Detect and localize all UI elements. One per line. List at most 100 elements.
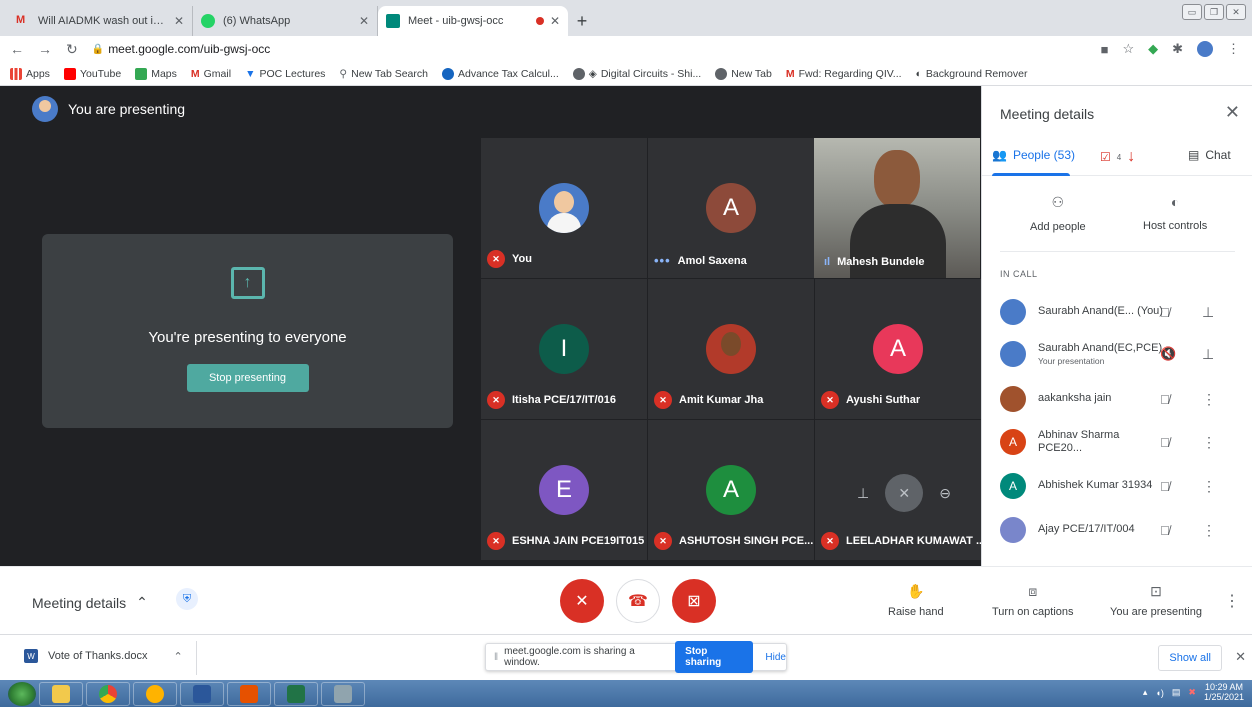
forward-icon[interactable]: → (38, 41, 52, 57)
address-bar: ← → ↻ 🔒 meet.google.com/uib-gwsj-occ ■ ☆… (0, 36, 1252, 62)
tab-chat[interactable]: ▤ Chat (1188, 148, 1231, 162)
taskbar-chrome[interactable] (86, 681, 130, 706)
taskbar-explorer[interactable] (39, 681, 83, 706)
raise-hand-button[interactable]: ✋ Raise hand (888, 583, 944, 618)
participant-tile[interactable]: ✕ You (481, 138, 647, 278)
bookmark-digital[interactable]: ◈ Digital Circuits - Shi... (572, 67, 701, 80)
host-controls-button[interactable]: ◐ Host controls (1143, 194, 1207, 232)
bookmark-newtab[interactable]: New Tab (715, 67, 772, 80)
pin-icon[interactable]: ⊥ (1202, 304, 1214, 321)
close-panel-icon[interactable]: ✕ (1225, 102, 1240, 123)
alert-icon[interactable]: ✖ (1188, 687, 1196, 698)
puzzle-icon[interactable]: ✱ (1172, 41, 1183, 57)
participant-video-tile[interactable]: ıl Mahesh Bundele (814, 138, 980, 278)
more-options-icon[interactable]: ⋮ (1202, 391, 1216, 408)
participant-row[interactable]: aakanksha jain 🎙̸ ⋮ (1000, 381, 1245, 417)
chat-icon: ▤ (1188, 148, 1200, 162)
drag-handle-icon[interactable]: ‖ (494, 652, 498, 663)
participant-row[interactable]: Saurabh Anand(EC,PCE) Your presentation 🔇… (1000, 336, 1245, 372)
more-options-icon[interactable]: ⋮ (1202, 522, 1216, 539)
tab-people[interactable]: 👥 People (53) (992, 148, 1075, 162)
bookmark-newtab-search[interactable]: ⚲ New Tab Search (339, 68, 428, 80)
tab-whatsapp[interactable]: (6) WhatsApp ✕ (193, 6, 378, 36)
more-options-icon[interactable]: ⋮ (1202, 478, 1216, 495)
extension-icon[interactable]: ◆ (1148, 41, 1158, 57)
bookmark-youtube[interactable]: YouTube (63, 67, 121, 80)
camera-toggle-button[interactable]: ⊠ (672, 579, 716, 623)
bookmark-gmail[interactable]: M Gmail (191, 68, 231, 80)
bookmark-poc[interactable]: ▼ POC Lectures (245, 68, 325, 80)
bookmark-apps[interactable]: Apps (10, 67, 50, 80)
clock[interactable]: 10:29 AM 1/25/2021 (1204, 682, 1244, 703)
start-button[interactable] (8, 681, 36, 706)
menu-icon[interactable]: ⋮ (1227, 41, 1240, 57)
participant-row[interactable]: A Abhishek Kumar 31934 🎙̸ ⋮ (1000, 468, 1245, 504)
folder-icon (52, 684, 70, 703)
new-tab-button[interactable]: + (568, 6, 596, 36)
participant-tile[interactable]: A ✕ Ayushi Suthar (815, 279, 981, 419)
taskbar-photos[interactable] (321, 681, 365, 706)
camera-indicator-icon[interactable]: ■ (1101, 42, 1109, 57)
restore-icon[interactable]: ❐ (1204, 4, 1224, 20)
tab-aiadmk[interactable]: M Will AIADMK wash out in the ass… ✕ (8, 6, 193, 36)
mute-participant-icon[interactable]: ✕ (885, 474, 924, 512)
close-icon[interactable]: ✕ (1235, 649, 1246, 665)
shield-icon[interactable]: ⛨ (176, 588, 198, 610)
bookmark-bgremover[interactable]: ◐ Background Remover (916, 68, 1028, 80)
bookmark-fwd[interactable]: M Fwd: Regarding QIV... (786, 68, 902, 80)
participant-row[interactable]: Ajay PCE/17/IT/004 🎙̸ ⋮ (1000, 512, 1245, 548)
participant-tile[interactable]: ⊥ ✕ ⊖ ✕ LEELADHAR KUMAWAT ... (815, 420, 985, 560)
profile-icon[interactable] (1197, 41, 1213, 57)
close-icon[interactable]: ✕ (174, 14, 184, 28)
taskbar-app[interactable] (133, 681, 177, 706)
leave-call-button[interactable]: ☎ (616, 579, 660, 623)
meeting-details-toggle[interactable]: Meeting details ⌃ (32, 594, 148, 611)
participant-tile[interactable]: I ✕ Itisha PCE/17/IT/016 (481, 279, 647, 419)
bookmark-maps[interactable]: Maps (135, 67, 177, 80)
stop-sharing-button[interactable]: Stop sharing (675, 641, 754, 673)
reload-icon[interactable]: ↻ (66, 41, 78, 58)
back-icon[interactable]: ← (10, 41, 24, 57)
taskbar-word[interactable] (180, 681, 224, 706)
mic-toggle-button[interactable]: ✕ (560, 579, 604, 623)
captions-button[interactable]: ⧈ Turn on captions (992, 583, 1074, 618)
tab-activities[interactable]: ☑ 4 ↓ (1100, 148, 1135, 166)
bookmark-tax[interactable]: Advance Tax Calcul... (441, 67, 559, 80)
hide-button[interactable]: Hide (765, 652, 786, 663)
volume-icon[interactable]: ◖) (1155, 688, 1163, 698)
show-all-button[interactable]: Show all (1158, 645, 1222, 671)
participant-tile[interactable]: E ✕ ESHNA JAIN PCE19IT015 (481, 420, 647, 560)
pin-icon[interactable]: ⊥ (1202, 346, 1214, 363)
present-icon: ⊡ (1150, 583, 1162, 599)
participant-tile[interactable]: A ••• Amol Saxena (648, 138, 814, 278)
chevron-up-icon[interactable]: ⌃ (173, 650, 182, 663)
url-field[interactable]: meet.google.com/uib-gwsj-occ (108, 42, 270, 56)
close-icon[interactable]: ✕ (550, 14, 560, 28)
screen-share-notice: ‖ meet.google.com is sharing a window. S… (485, 641, 787, 673)
taskbar-pdf[interactable] (227, 681, 271, 706)
participant-tile[interactable]: A ✕ ASHUTOSH SINGH PCE... (648, 420, 814, 560)
participant-tile[interactable]: ✕ Amit Kumar Jha (648, 279, 814, 419)
add-people-button[interactable]: ⚇ Add people (1030, 194, 1086, 233)
download-item[interactable]: W Vote of Thanks.docx ⌃ (24, 649, 183, 663)
more-options-icon[interactable]: ⋮ (1224, 591, 1240, 611)
video-feed (874, 150, 920, 208)
minimize-icon[interactable]: ▭ (1182, 4, 1202, 20)
star-icon[interactable]: ☆ (1122, 41, 1134, 57)
participant-row[interactable]: Saurabh Anand(E... (You) 🎙̸ ⊥ (1000, 294, 1245, 330)
present-now-button[interactable]: ⊡ You are presenting (1110, 583, 1202, 618)
tab-meet[interactable]: Meet - uib-gwsj-occ ✕ (378, 6, 568, 36)
participant-row[interactable]: A Abhinav Sharma PCE20... 🎙̸ ⋮ (1000, 424, 1245, 460)
more-options-icon[interactable]: ⋮ (1202, 434, 1216, 451)
remove-icon[interactable]: ⊖ (939, 485, 951, 502)
network-icon[interactable]: ▤ (1172, 687, 1181, 698)
close-icon[interactable]: ✕ (359, 14, 369, 28)
participant-grid: ✕ You A ••• Amol Saxena ıl Mahesh Bundele I… (481, 138, 985, 566)
globe-icon (572, 67, 585, 80)
tray-arrow-icon[interactable]: ▴ (1143, 687, 1148, 698)
window-close-icon[interactable]: ✕ (1226, 4, 1246, 20)
pin-icon[interactable]: ⊥ (857, 485, 869, 502)
word-doc-icon: W (24, 649, 38, 663)
stop-presenting-button[interactable]: Stop presenting (186, 364, 309, 392)
taskbar-excel[interactable] (274, 681, 318, 706)
